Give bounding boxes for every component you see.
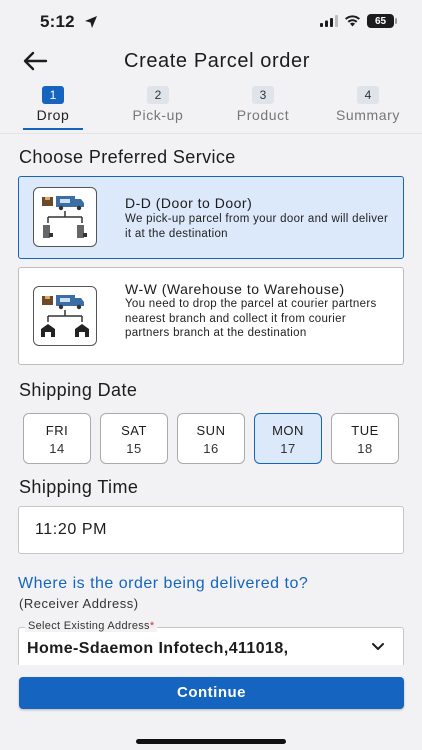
required-mark: * bbox=[149, 620, 155, 632]
step-label: Summary bbox=[335, 107, 401, 123]
step-drop[interactable]: 1 Drop bbox=[8, 86, 98, 123]
delivery-question: Where is the order being delivered to? bbox=[18, 575, 309, 592]
date-option-mon[interactable]: MON 17 bbox=[254, 413, 322, 464]
location-arrow-icon bbox=[85, 16, 97, 28]
main-content: Choose Preferred Service D-D (Door to Do… bbox=[0, 133, 422, 665]
address-select-value: Home-Sdaemon Infotech,411018, bbox=[27, 640, 289, 657]
service-option-description: We pick-up parcel from your door and wil… bbox=[125, 213, 389, 240]
page-title: Create Parcel order bbox=[124, 50, 310, 72]
continue-button[interactable]: Continue bbox=[19, 677, 404, 709]
wifi-icon bbox=[345, 15, 360, 27]
step-number: 3 bbox=[252, 86, 274, 104]
step-number: 1 bbox=[42, 86, 64, 104]
service-heading: Choose Preferred Service bbox=[19, 147, 236, 167]
step-summary[interactable]: 4 Summary bbox=[323, 86, 413, 123]
address-select-label-text: Select Existing Address bbox=[28, 620, 150, 632]
receiver-address-label: (Receiver Address) bbox=[19, 596, 139, 611]
shipping-time-heading: Shipping Time bbox=[19, 477, 139, 497]
service-option-warehouse-to-warehouse[interactable]: W-W (Warehouse to Warehouse) You need to… bbox=[18, 267, 404, 365]
step-label: Drop bbox=[36, 107, 70, 123]
date-day: SUN bbox=[196, 423, 226, 438]
step-number: 4 bbox=[357, 86, 379, 104]
shipping-date-heading: Shipping Date bbox=[19, 380, 138, 400]
step-label: Pick-up bbox=[132, 107, 184, 123]
step-pick-up[interactable]: 2 Pick-up bbox=[113, 86, 203, 123]
date-option-fri[interactable]: FRI 14 bbox=[23, 413, 91, 464]
status-bar: 5:12 65 bbox=[0, 0, 422, 44]
date-number: 16 bbox=[203, 441, 219, 456]
date-option-sat[interactable]: SAT 15 bbox=[100, 413, 168, 464]
date-number: 14 bbox=[49, 441, 65, 456]
stepper: 1 Drop 2 Pick-up 3 Product 4 Summary bbox=[0, 86, 422, 132]
date-day: FRI bbox=[45, 423, 69, 438]
door-to-door-icon bbox=[33, 187, 97, 247]
service-option-title: D-D (Door to Door) bbox=[125, 195, 253, 211]
status-indicators: 65 bbox=[320, 14, 397, 28]
battery-icon: 65 bbox=[367, 14, 397, 28]
step-label: Product bbox=[236, 107, 290, 123]
service-option-title: W-W (Warehouse to Warehouse) bbox=[125, 281, 345, 297]
shipping-time-input[interactable]: 11:20 PM bbox=[18, 506, 404, 554]
header: Create Parcel order bbox=[0, 44, 422, 80]
signal-icon bbox=[320, 15, 338, 27]
date-day: MON bbox=[272, 423, 304, 438]
service-option-door-to-door[interactable]: D-D (Door to Door) We pick-up parcel fro… bbox=[18, 176, 404, 259]
date-number: 18 bbox=[357, 441, 373, 456]
chevron-down-icon[interactable] bbox=[371, 642, 385, 652]
address-select[interactable]: Select Existing Address* Home-Sdaemon In… bbox=[18, 620, 404, 665]
date-option-tue[interactable]: TUE 18 bbox=[331, 413, 399, 464]
step-product[interactable]: 3 Product bbox=[218, 86, 308, 123]
footer: Continue bbox=[0, 665, 422, 750]
date-day: TUE bbox=[351, 423, 379, 438]
step-number: 2 bbox=[147, 86, 169, 104]
service-option-description: You need to drop the parcel at courier p… bbox=[125, 298, 377, 339]
warehouse-icon bbox=[33, 286, 97, 346]
date-day: SAT bbox=[121, 423, 147, 438]
date-number: 17 bbox=[280, 441, 296, 456]
date-option-sun[interactable]: SUN 16 bbox=[177, 413, 245, 464]
active-step-indicator bbox=[23, 128, 83, 130]
address-select-label: Select Existing Address* bbox=[25, 620, 158, 632]
home-indicator bbox=[136, 739, 286, 744]
date-picker: FRI 14 SAT 15 SUN 16 MON 17 TUE 18 bbox=[23, 413, 403, 464]
date-number: 15 bbox=[126, 441, 142, 456]
status-time: 5:12 bbox=[40, 12, 75, 31]
